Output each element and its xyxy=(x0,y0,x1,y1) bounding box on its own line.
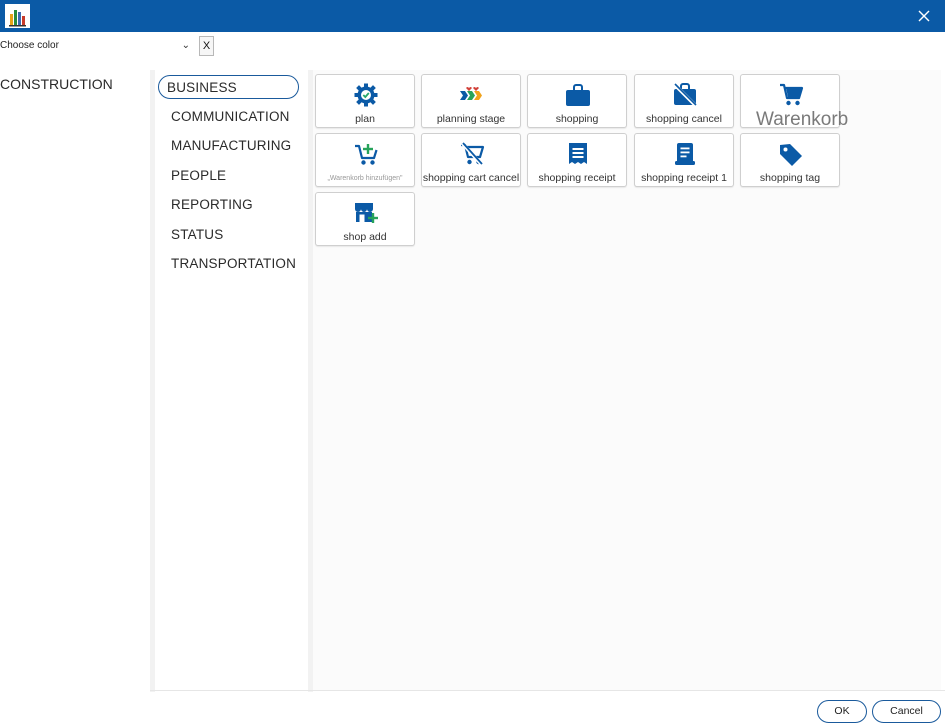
category-item-communication[interactable]: COMMUNICATION xyxy=(171,105,290,129)
shop-add-icon xyxy=(352,200,380,226)
color-dropdown[interactable]: Choose color ⌄ xyxy=(0,36,194,56)
category-item-people[interactable]: PEOPLE xyxy=(171,164,226,188)
planning-stage-icon xyxy=(458,82,486,108)
title-bar xyxy=(0,0,945,32)
icon-tile-warenkorb[interactable]: Warenkorb xyxy=(740,74,848,130)
icon-grid: plan planning stage shopping shopping ca… xyxy=(313,70,941,690)
category-item-status[interactable]: STATUS xyxy=(171,223,223,247)
category-item-reporting[interactable]: REPORTING xyxy=(171,193,253,217)
icon-picker-dialog: Choose color ⌄ X CONSTRUCTION BUSINESS C… xyxy=(0,0,945,727)
color-row: Choose color ⌄ X xyxy=(0,34,240,58)
group-item-construction[interactable]: CONSTRUCTION xyxy=(0,76,113,92)
icon-tile-label: shopping tag xyxy=(759,172,821,184)
icon-tile-shop-add[interactable]: shop add xyxy=(315,192,415,246)
icon-tile-label: „Warenkorb hinzufügen" xyxy=(327,175,403,182)
app-logo-icon xyxy=(5,4,30,28)
receipt-alt-icon xyxy=(671,141,699,167)
receipt-icon xyxy=(564,141,592,167)
shopping-bag-cancel-icon xyxy=(671,82,699,108)
gear-check-icon xyxy=(352,82,380,108)
icon-tile-label: shopping cancel xyxy=(646,113,722,125)
icon-tile-label: shop add xyxy=(343,231,387,243)
icon-tile-label: shopping receipt 1 xyxy=(641,172,727,184)
chevron-down-icon: ⌄ xyxy=(181,40,190,51)
tag-icon xyxy=(777,141,805,167)
icon-tile-shopping-receipt-1[interactable]: shopping receipt 1 xyxy=(634,133,734,187)
close-button[interactable] xyxy=(913,5,935,27)
category-item-manufacturing[interactable]: MANUFACTURING xyxy=(171,134,291,158)
category-item-business[interactable]: BUSINESS xyxy=(158,75,299,99)
cart-add-icon xyxy=(352,141,380,167)
icon-tile-plan[interactable]: plan xyxy=(315,74,415,128)
category-list: BUSINESS COMMUNICATION MANUFACTURING PEO… xyxy=(155,70,308,692)
icon-tile-warenkorb-hinzufuegen[interactable]: „Warenkorb hinzufügen" xyxy=(315,133,415,187)
icon-tile-shopping-cart-cancel[interactable]: shopping cart cancel xyxy=(421,133,521,187)
icon-tile-label: plan xyxy=(355,113,375,125)
icon-tile-shopping-tag[interactable]: shopping tag xyxy=(740,133,840,187)
icon-tile-label: Warenkorb xyxy=(756,109,849,130)
icon-tile-planning-stage[interactable]: planning stage xyxy=(421,74,521,128)
close-icon xyxy=(918,10,930,22)
footer-divider xyxy=(150,690,945,691)
icon-tile-label: planning stage xyxy=(436,113,506,125)
icon-tile-shopping-cancel[interactable]: shopping cancel xyxy=(634,74,734,128)
icon-tile-label: shopping cart cancel xyxy=(422,172,520,184)
icon-tile-shopping[interactable]: shopping xyxy=(527,74,627,128)
cancel-button[interactable]: Cancel xyxy=(872,700,941,723)
icon-tile-label: shopping receipt xyxy=(538,172,616,184)
cart-cancel-icon xyxy=(458,141,486,167)
ok-button[interactable]: OK xyxy=(817,700,867,723)
clear-color-button[interactable]: X xyxy=(199,36,214,56)
group-list: CONSTRUCTION xyxy=(0,70,150,690)
icon-tile-shopping-receipt[interactable]: shopping receipt xyxy=(527,133,627,187)
category-item-transportation[interactable]: TRANSPORTATION xyxy=(171,252,296,276)
icon-tile-label: shopping xyxy=(555,113,599,125)
color-dropdown-label: Choose color xyxy=(0,40,59,51)
shopping-bag-icon xyxy=(564,82,592,108)
shopping-cart-icon xyxy=(777,82,805,108)
